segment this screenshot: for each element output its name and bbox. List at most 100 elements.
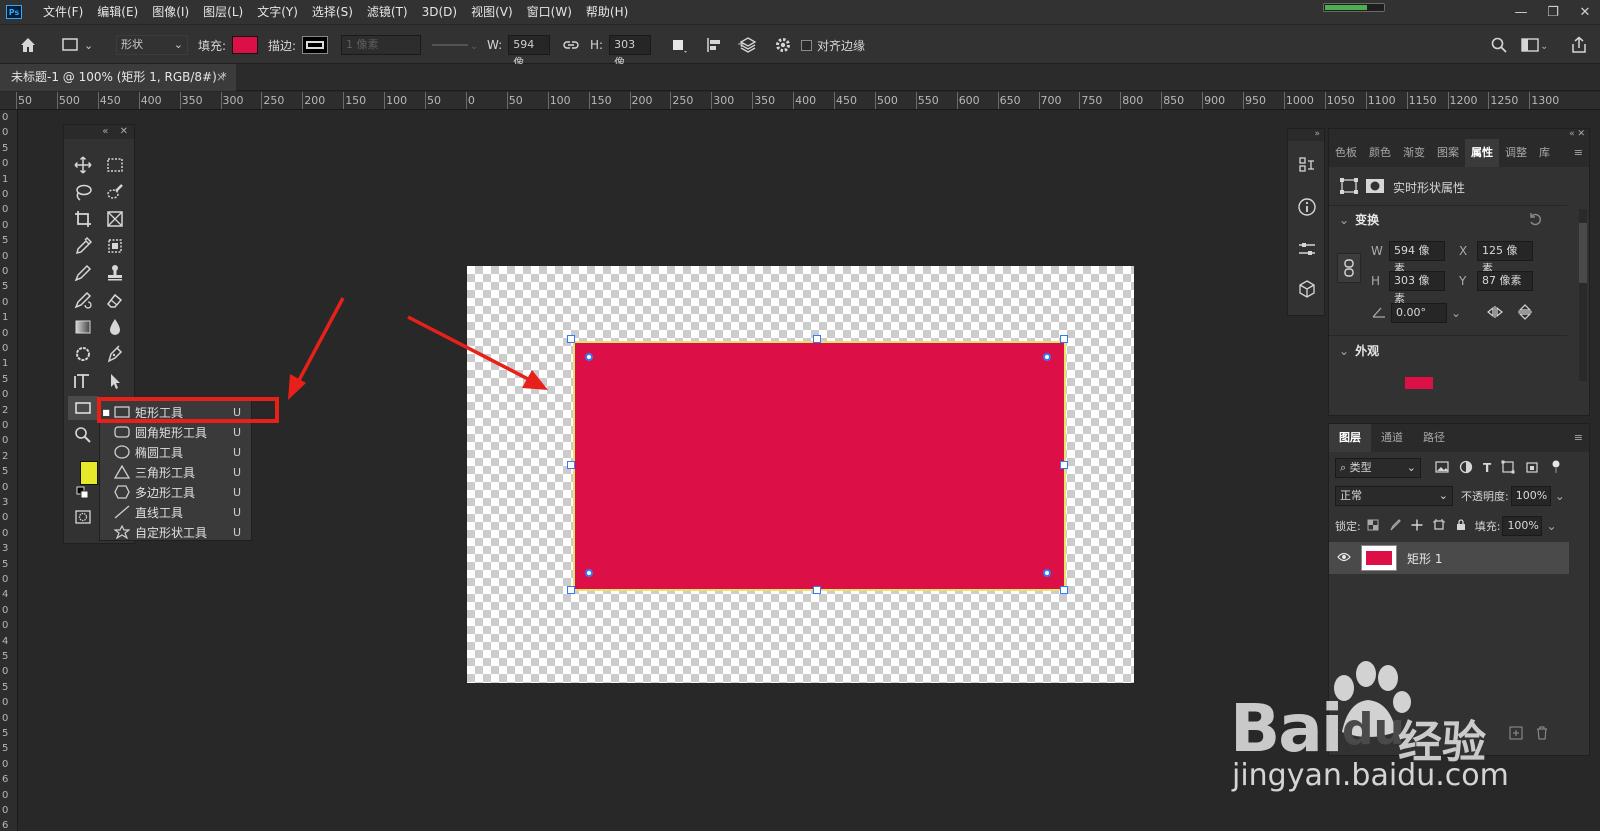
collapse-icon[interactable]: « [102,126,108,137]
polygon-tool-item[interactable]: 多边形工具 U [100,482,253,502]
adjustment-filter-icon[interactable] [1459,460,1473,477]
crop-tool-icon[interactable] [68,207,98,231]
tab-paths[interactable]: 路径 [1413,424,1455,452]
height-input[interactable]: 303 像 [609,35,652,69]
prop-height-input[interactable]: 303 像素 [1389,271,1445,305]
link-dimensions-icon[interactable] [562,34,580,56]
properties-scrollbar[interactable] [1579,209,1587,381]
pen-tool-icon[interactable] [100,342,130,366]
move-tool-icon[interactable] [68,153,98,177]
flip-horizontal-icon[interactable] [1487,305,1504,322]
menu-layer[interactable]: 图层(L) [196,0,250,24]
transform-handle[interactable] [567,461,575,469]
zoom-tool-icon[interactable] [68,423,98,447]
menu-view[interactable]: 视图(V) [464,0,520,24]
tab-channels[interactable]: 通道 [1371,424,1413,452]
close-window-button[interactable]: ✕ [1576,5,1594,20]
opacity-input[interactable]: 100% [1510,486,1551,506]
stamp-tool-icon[interactable] [100,261,130,285]
close-icon[interactable]: ✕ [120,126,128,137]
path-arrangement-icon[interactable]: + [737,34,759,56]
tab-libraries[interactable]: 库 [1533,139,1556,167]
filter-toggle-icon[interactable] [1551,460,1561,477]
lock-artboard-icon[interactable] [1432,518,1445,534]
share-icon[interactable] [1570,34,1588,56]
lock-all-icon[interactable] [1455,518,1467,534]
quick-selection-tool-icon[interactable] [100,180,130,204]
search-icon[interactable] [1490,34,1508,56]
dock-expand-icon[interactable]: » [1288,129,1324,141]
close-tab-icon[interactable]: × [216,64,226,91]
stroke-swatch[interactable] [302,36,329,54]
tool-mode-select[interactable]: 形状 ⌄ [116,34,188,56]
fill-swatch[interactable] [232,36,259,54]
rectangle-tool-icon[interactable] [68,396,98,420]
tab-properties[interactable]: 属性 [1465,139,1499,167]
transform-handle[interactable] [813,586,821,594]
restore-button[interactable]: ❐ [1544,5,1562,20]
marquee-tool-icon[interactable] [100,153,130,177]
prop-width-input[interactable]: 594 像素 [1389,241,1445,275]
corner-radius-handle[interactable] [1043,569,1051,577]
document-tab[interactable]: 未标题-1 @ 100% (矩形 1, RGB/8#) * × [0,64,236,91]
prop-angle-input[interactable]: 0.00° [1391,303,1447,323]
type-filter-icon[interactable]: T [1483,461,1491,475]
photoshop-logo-icon[interactable]: Ps [6,5,22,19]
eye-icon[interactable] [1337,551,1351,565]
rectangle-shape[interactable] [573,341,1066,591]
history-panel-icon[interactable] [1297,155,1317,178]
vertical-ruler[interactable]: 0 0 5 0 1 0 0 0 5 0 0 5 0 1 0 0 1 5 0 2 0 0 2 5 0 3 0 0 3 5 0 4 0 0 4 5 0 5 0 0… [0,110,18,831]
align-edges-checkbox[interactable]: 对齐边缘 [801,34,865,56]
transform-handle[interactable] [1060,586,1068,594]
home-icon[interactable] [18,34,38,56]
menu-filter[interactable]: 滤镜(T) [360,0,415,24]
stroke-width-input[interactable]: 1 像素 [341,34,421,56]
menu-select[interactable]: 选择(S) [305,0,360,24]
minimize-button[interactable]: — [1512,5,1530,20]
reset-icon[interactable] [1527,211,1543,227]
delete-layer-icon[interactable] [1535,726,1549,740]
transform-handle[interactable] [567,586,575,594]
menu-window[interactable]: 窗口(W) [520,0,579,24]
path-operations-icon[interactable] [670,34,688,56]
flip-vertical-icon[interactable] [1517,303,1533,323]
layer-name[interactable]: 矩形 1 [1407,550,1442,567]
dodge-tool-icon[interactable] [68,342,98,366]
custom-shape-tool-item[interactable]: 自定形状工具 U [100,522,253,542]
menu-edit[interactable]: 编辑(E) [90,0,145,24]
lock-position-icon[interactable] [1411,519,1423,534]
history-brush-tool-icon[interactable] [68,288,98,312]
lock-transparent-icon[interactable] [1367,519,1379,534]
panel-menu-icon[interactable]: ≡ [1568,424,1589,452]
panel-close-icon[interactable]: « ✕ [1329,129,1589,139]
new-layer-icon[interactable] [1509,726,1523,740]
blur-tool-icon[interactable] [100,315,130,339]
workspace-icon[interactable]: ⌄ [1520,34,1548,56]
eyedropper-tool-icon[interactable] [68,234,98,258]
menu-file[interactable]: 文件(F) [36,0,90,24]
prop-x-input[interactable]: 125 像素 [1477,241,1533,275]
ellipse-tool-item[interactable]: 椭圆工具 U [100,442,253,462]
transform-handle[interactable] [813,335,821,343]
object-selection-tool-icon[interactable] [100,234,130,258]
corner-radius-handle[interactable] [585,569,593,577]
stroke-type-select[interactable]: ⌄ [430,34,478,56]
width-input[interactable]: 594 像 [508,35,551,69]
info-panel-icon[interactable] [1297,197,1317,220]
tab-swatches[interactable]: 色板 [1329,139,1363,167]
smart-object-filter-icon[interactable] [1525,460,1539,477]
triangle-tool-item[interactable]: 三角形工具 U [100,462,253,482]
chevron-down-icon[interactable]: ⌄ [1339,213,1349,227]
menu-image[interactable]: 图像(I) [145,0,196,24]
gradient-tool-icon[interactable] [68,315,98,339]
tab-adjustments[interactable]: 调整 [1499,139,1533,167]
quick-mask-icon[interactable] [68,505,98,529]
link-icon[interactable] [1337,253,1361,283]
image-filter-icon[interactable] [1435,460,1449,476]
appearance-fill-swatch[interactable] [1405,377,1433,389]
chevron-down-icon[interactable]: ⌄ [1339,344,1349,358]
layer-filter-select[interactable]: ⌕ 类型 ⌄ [1335,458,1421,478]
horizontal-ruler[interactable]: 50 500 450 400 350 300 250 200 150 100 50 0 50 100 150… [0,92,1600,110]
panel-menu-icon[interactable]: ≡ [1568,139,1589,167]
chevron-down-icon[interactable]: ⌄ [1546,519,1556,533]
